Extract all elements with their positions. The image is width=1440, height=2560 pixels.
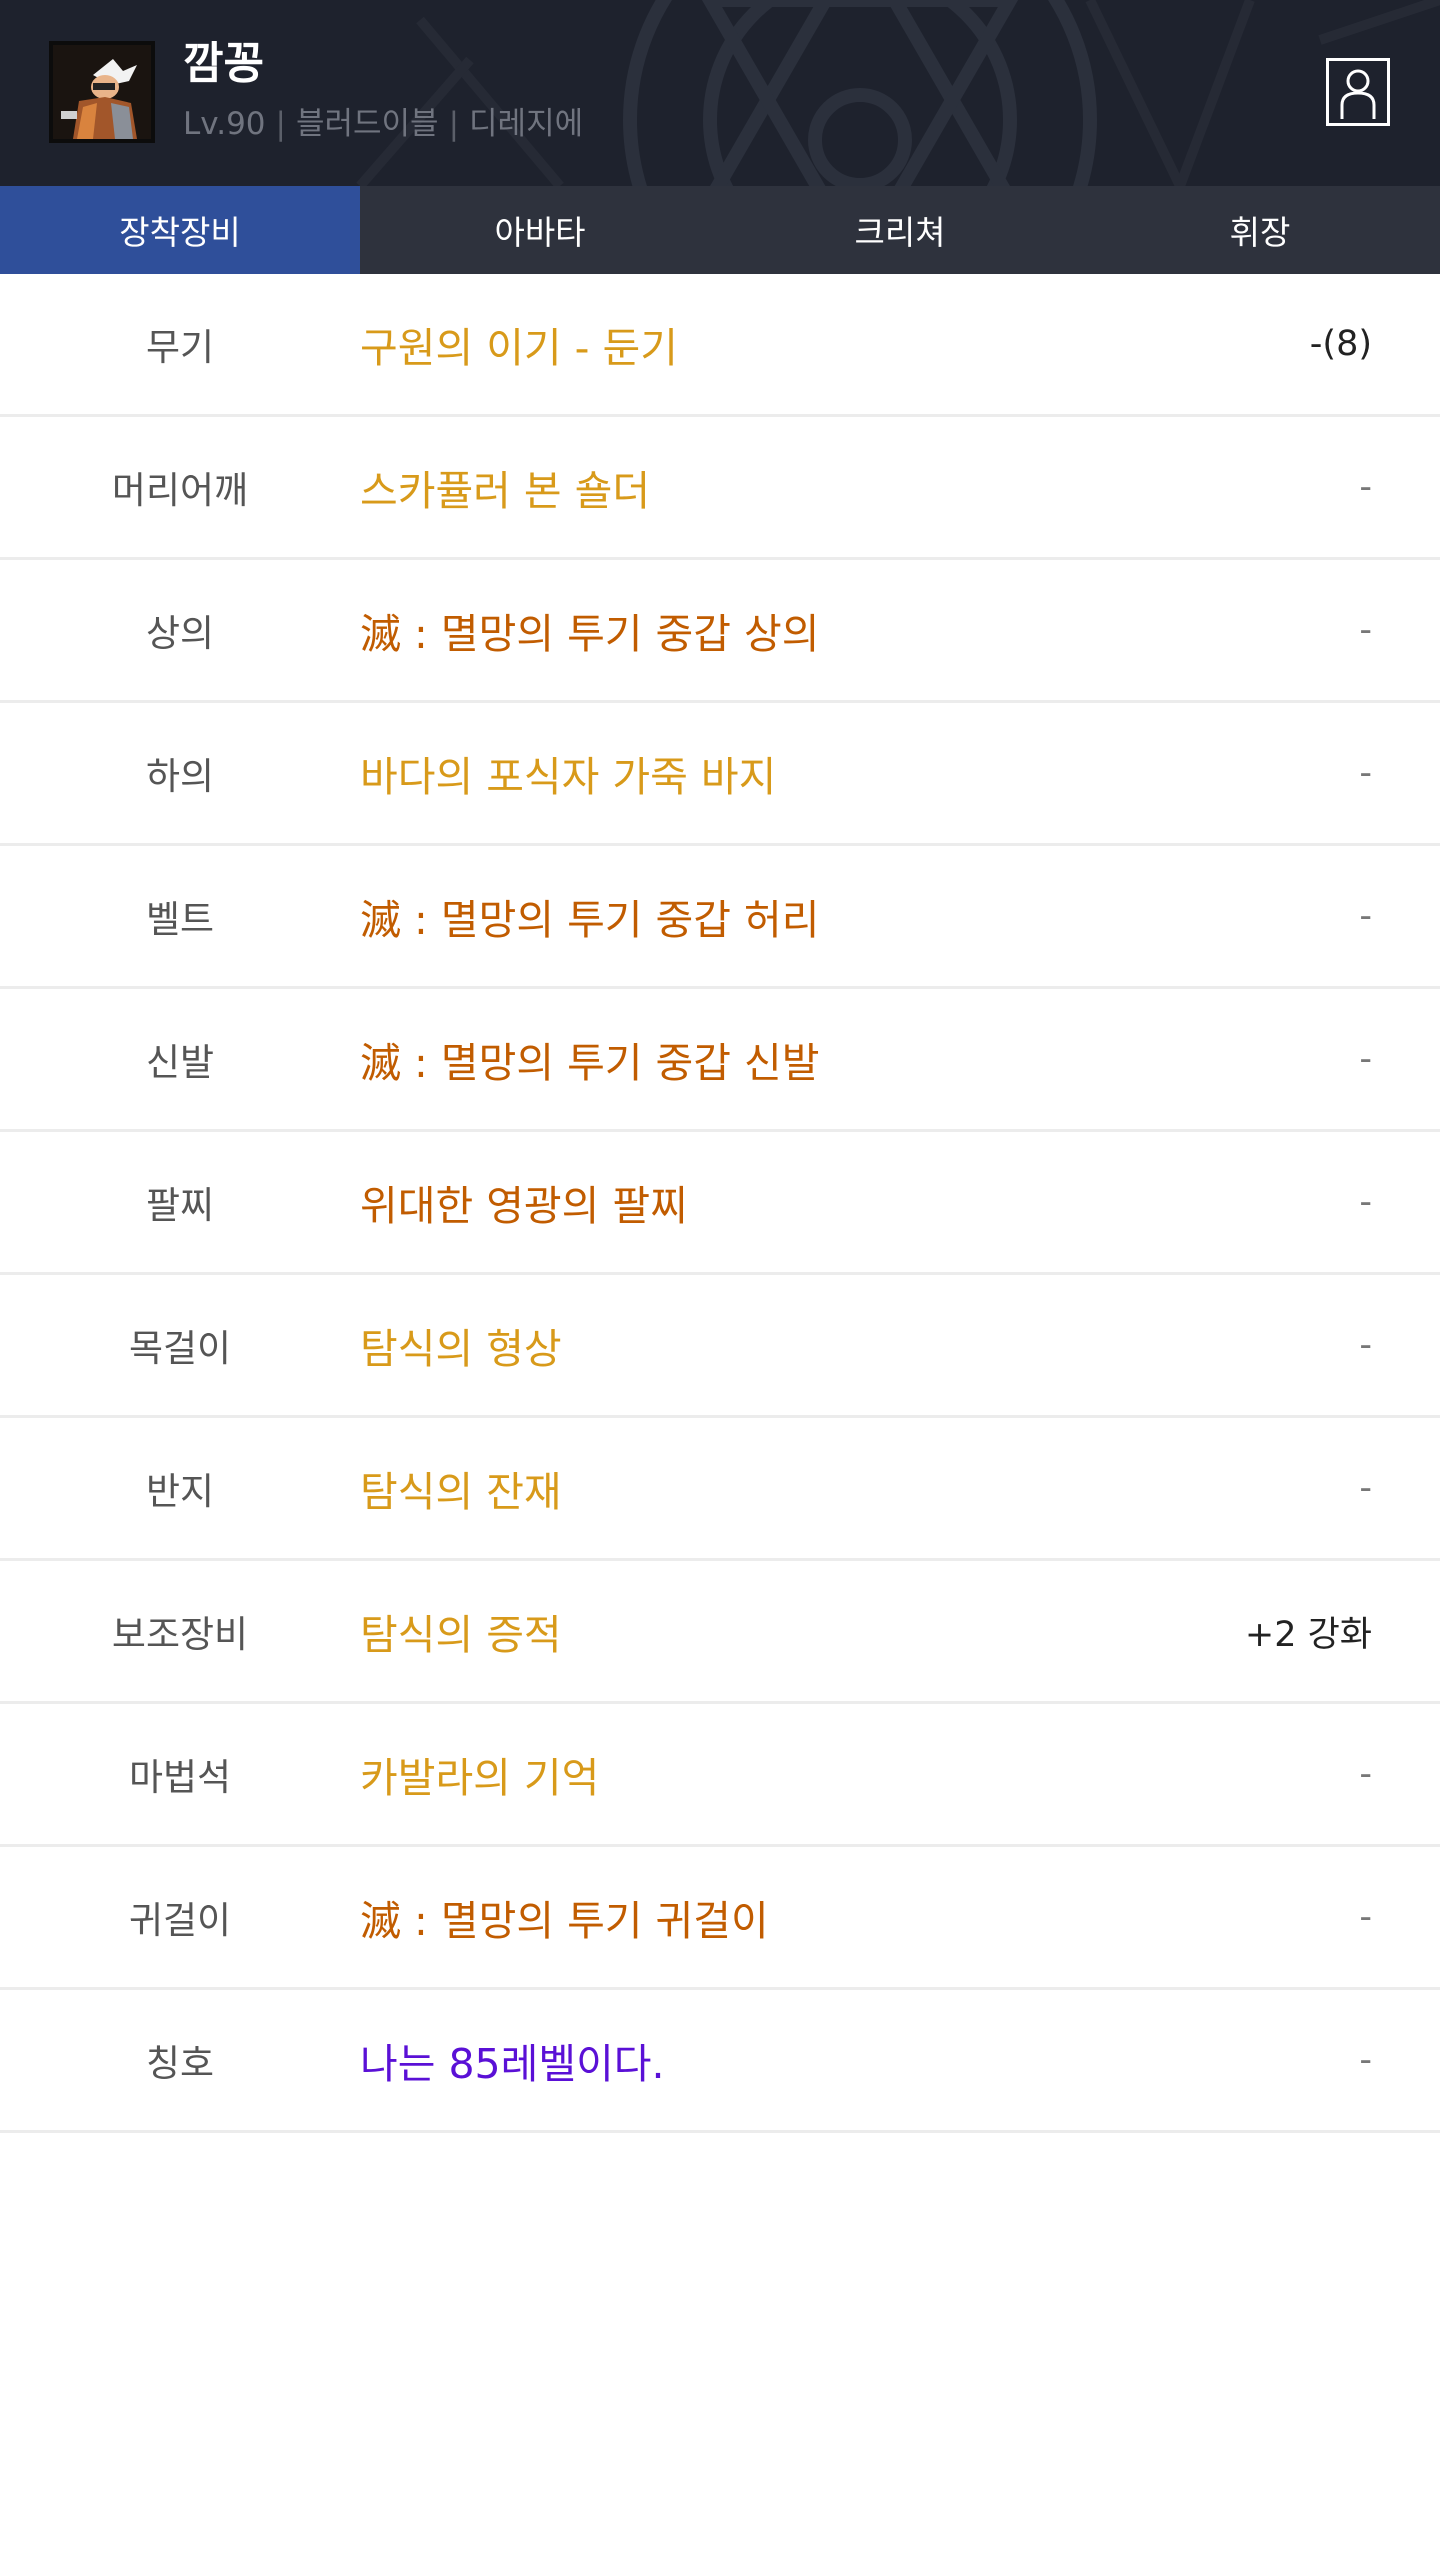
item-name: 滅 : 멸망의 투기 귀걸이 (360, 1897, 769, 1945)
info-separator: | (275, 106, 286, 142)
item-name: 구원의 이기 - 둔기 (360, 324, 678, 372)
equipment-row[interactable]: 마법석 카발라의 기억 - (0, 1704, 1440, 1847)
item-extra-info: - (1359, 2040, 1372, 2080)
item-name: 위대한 영광의 팔찌 (360, 1182, 688, 1230)
equipment-row[interactable]: 팔찌 위대한 영광의 팔찌 - (0, 1132, 1440, 1275)
character-job: 블러드이블 (295, 106, 439, 142)
tab-equipped-gear[interactable]: 장착장비 (0, 186, 360, 274)
tab-bar: 장착장비 아바타 크리쳐 휘장 (0, 186, 1440, 274)
item-name: 나는 85레벨이다. (360, 2040, 665, 2088)
slot-label: 상의 (145, 612, 215, 655)
equipment-row[interactable]: 무기 구원의 이기 - 둔기 -(8) (0, 274, 1440, 417)
profile-button[interactable] (1326, 58, 1390, 126)
tab-creature[interactable]: 크리쳐 (720, 186, 1080, 274)
slot-label: 반지 (145, 1470, 215, 1513)
item-extra-info: -(8) (1309, 324, 1372, 364)
slot-label: 하의 (145, 755, 215, 798)
equipment-row[interactable]: 보조장비 탐식의 증적 +2 강화 (0, 1561, 1440, 1704)
tab-avatar[interactable]: 아바타 (360, 186, 720, 274)
character-portrait-icon (53, 45, 151, 139)
item-name: 滅 : 멸망의 투기 중갑 상의 (360, 610, 820, 658)
slot-label: 마법석 (128, 1756, 232, 1799)
equipment-row[interactable]: 반지 탐식의 잔재 - (0, 1418, 1440, 1561)
equipment-row[interactable]: 목걸이 탐식의 형상 - (0, 1275, 1440, 1418)
info-separator: | (448, 106, 460, 142)
item-name: 카발라의 기억 (360, 1754, 600, 1802)
character-name: 깜꽁 (183, 38, 264, 89)
avatar (49, 41, 155, 143)
item-extra-info: - (1359, 1754, 1372, 1794)
item-name: 탐식의 잔재 (360, 1468, 562, 1516)
character-header: 깜꽁 Lv.90 | 블러드이블 | 디레지에 (0, 0, 1440, 186)
slot-label: 무기 (145, 326, 215, 369)
equipment-row[interactable]: 하의 바다의 포식자 가죽 바지 - (0, 703, 1440, 846)
item-extra-info: - (1359, 1182, 1372, 1222)
slot-label: 목걸이 (128, 1327, 232, 1370)
slot-label: 보조장비 (111, 1613, 249, 1656)
item-name: 탐식의 증적 (360, 1611, 562, 1659)
item-extra-info: - (1359, 1039, 1372, 1079)
equipment-list: 무기 구원의 이기 - 둔기 -(8) 머리어깨 스카퓰러 본 숄더 - 상의 … (0, 274, 1440, 2133)
slot-label: 신발 (145, 1041, 215, 1084)
item-extra-info: - (1359, 753, 1372, 793)
character-info: Lv.90 | 블러드이블 | 디레지에 (183, 104, 583, 144)
equipment-row[interactable]: 상의 滅 : 멸망의 투기 중갑 상의 - (0, 560, 1440, 703)
equipment-row[interactable]: 칭호 나는 85레벨이다. - (0, 1990, 1440, 2133)
item-extra-info: - (1359, 1897, 1372, 1937)
item-name: 滅 : 멸망의 투기 중갑 신발 (360, 1039, 820, 1087)
user-profile-icon (1340, 69, 1376, 119)
item-name: 바다의 포식자 가죽 바지 (360, 753, 777, 801)
header-emblem-background (356, 0, 1440, 186)
item-extra-info: - (1359, 896, 1372, 936)
character-server: 디레지에 (469, 106, 584, 142)
item-extra-info: - (1359, 1468, 1372, 1508)
character-level: Lv.90 (183, 106, 266, 142)
equipment-row[interactable]: 벨트 滅 : 멸망의 투기 중갑 허리 - (0, 846, 1440, 989)
tab-insignia[interactable]: 휘장 (1080, 186, 1440, 274)
item-extra-info: +2 강화 (1244, 1614, 1372, 1655)
item-name: 탐식의 형상 (360, 1325, 562, 1373)
slot-label: 귀걸이 (128, 1899, 232, 1942)
slot-label: 칭호 (145, 2042, 215, 2085)
slot-label: 벨트 (145, 898, 215, 941)
item-name: 滅 : 멸망의 투기 중갑 허리 (360, 896, 820, 944)
item-extra-info: - (1359, 610, 1372, 650)
slot-label: 팔찌 (145, 1184, 215, 1227)
equipment-row[interactable]: 신발 滅 : 멸망의 투기 중갑 신발 - (0, 989, 1440, 1132)
slot-label: 머리어깨 (111, 469, 249, 512)
item-extra-info: - (1359, 1325, 1372, 1365)
item-extra-info: - (1359, 467, 1372, 507)
equipment-row[interactable]: 머리어깨 스카퓰러 본 숄더 - (0, 417, 1440, 560)
equipment-row[interactable]: 귀걸이 滅 : 멸망의 투기 귀걸이 - (0, 1847, 1440, 1990)
item-name: 스카퓰러 본 숄더 (360, 467, 651, 515)
